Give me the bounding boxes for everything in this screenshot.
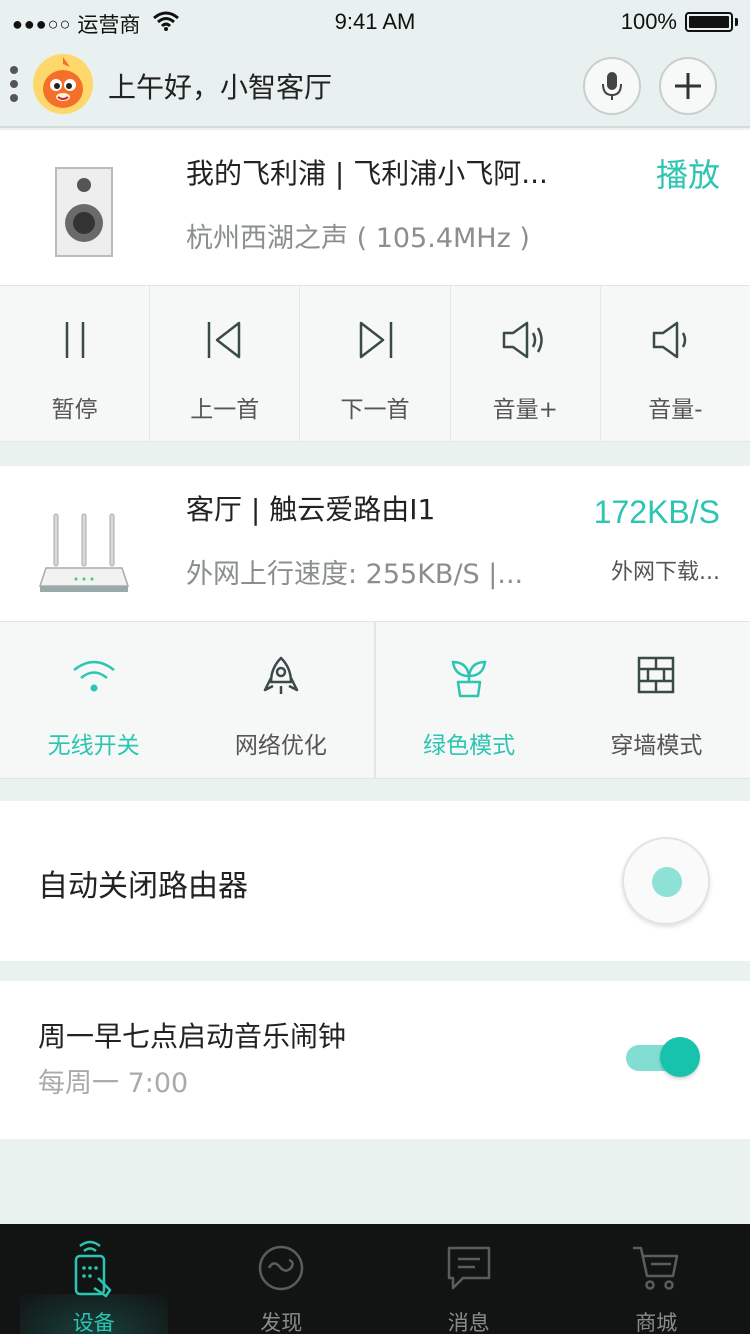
app-header: 上午好，小智客厅	[0, 44, 750, 128]
tab-messages-label: 消息	[447, 1311, 490, 1334]
tab-store[interactable]: 商城	[563, 1224, 750, 1334]
pause-label: 暂停	[51, 397, 98, 423]
router-card[interactable]: 客厅 | 触云爱路由I1 外网上行速度: 255KB/S |... 172KB/…	[0, 466, 750, 621]
greeting-text: 上午好，小智客厅	[108, 71, 333, 104]
status-bar: ●●●○○ 运营商 9:41 AM 100%	[0, 0, 750, 44]
tab-discover[interactable]: 发现	[188, 1224, 376, 1334]
add-device-button[interactable]	[659, 57, 717, 115]
speaker-card[interactable]: 我的飞利浦 | 飞利浦小飞阿... 杭州西湖之声 ( 105.4MHz ) 播放	[0, 130, 750, 285]
next-icon	[359, 321, 393, 359]
voice-button[interactable]	[583, 57, 641, 115]
volume-down-label: 音量-	[648, 397, 703, 423]
volume-up-label: 音量+	[492, 397, 558, 423]
wifi-icon	[72, 660, 115, 692]
speaker-controls: 暂停 上一首 下一首 音量+ 音量-	[0, 285, 750, 442]
green-mode-button[interactable]: 绿色模式	[376, 622, 563, 778]
tab-messages[interactable]: 消息	[375, 1224, 563, 1334]
tab-discover-label: 发现	[260, 1311, 303, 1334]
network-optimize-label: 网络优化	[234, 733, 327, 759]
router-title: 客厅 | 触云爱路由I1	[186, 493, 436, 526]
rocket-icon	[263, 656, 299, 694]
auto-close-router-card: 自动关闭路由器	[0, 801, 750, 961]
alarm-title: 周一早七点启动音乐闹钟	[38, 1020, 347, 1053]
next-button[interactable]: 下一首	[300, 286, 451, 441]
alarm-time: 每周一 7:00	[38, 1068, 189, 1099]
speaker-station: 杭州西湖之声 ( 105.4MHz )	[186, 223, 530, 254]
wall-mode-button[interactable]: 穿墙模式	[563, 622, 750, 778]
plant-icon	[451, 660, 487, 698]
pause-icon	[65, 322, 84, 358]
alarm-card[interactable]: 周一早七点启动音乐闹钟 每周一 7:00	[0, 981, 750, 1139]
volume-down-button[interactable]: 音量-	[601, 286, 750, 441]
speaker-title: 我的飞利浦 | 飞利浦小飞阿...	[186, 157, 548, 190]
network-optimize-button[interactable]: 网络优化	[187, 622, 376, 778]
battery-icon	[685, 12, 733, 32]
wall-mode-label: 穿墙模式	[610, 733, 703, 759]
avatar[interactable]	[32, 53, 94, 115]
router-icon	[38, 512, 130, 598]
previous-icon	[207, 321, 241, 359]
download-speed: 172KB/S	[593, 494, 720, 530]
tab-devices-label: 设备	[72, 1311, 115, 1334]
tab-bar: 设备 发现 消息 商城	[0, 1224, 750, 1334]
cart-icon	[633, 1246, 679, 1290]
previous-label: 上一首	[190, 397, 260, 423]
green-mode-label: 绿色模式	[423, 733, 516, 759]
mic-icon	[602, 72, 622, 100]
volume-up-button[interactable]: 音量+	[451, 286, 601, 441]
remote-icon	[74, 1240, 111, 1298]
download-speed-label: 外网下载...	[611, 560, 720, 585]
plus-icon	[675, 73, 701, 99]
previous-button[interactable]: 上一首	[150, 286, 301, 441]
discover-icon	[259, 1245, 304, 1291]
auto-close-toggle[interactable]	[622, 837, 710, 925]
menu-dots-icon[interactable]	[10, 66, 20, 108]
router-controls: 无线开关 网络优化 绿色模式 穿墙模式	[0, 621, 750, 779]
tab-store-label: 商城	[635, 1311, 678, 1334]
volume-down-icon	[653, 321, 687, 359]
alarm-switch[interactable]	[626, 1037, 700, 1077]
divider	[374, 622, 375, 778]
next-label: 下一首	[340, 397, 410, 423]
play-button[interactable]: 播放	[656, 150, 720, 196]
battery-percent: 100%	[620, 9, 677, 34]
speaker-icon	[55, 167, 113, 261]
auto-close-label: 自动关闭路由器	[38, 869, 248, 904]
pause-button[interactable]: 暂停	[0, 286, 151, 441]
router-upload-speed: 外网上行速度: 255KB/S |...	[186, 559, 524, 590]
volume-up-icon	[502, 321, 543, 359]
wifi-toggle-button[interactable]: 无线开关	[0, 622, 187, 778]
message-icon	[447, 1246, 490, 1290]
wall-icon	[638, 656, 675, 694]
tab-devices[interactable]: 设备	[0, 1224, 188, 1334]
wifi-toggle-label: 无线开关	[47, 733, 140, 759]
